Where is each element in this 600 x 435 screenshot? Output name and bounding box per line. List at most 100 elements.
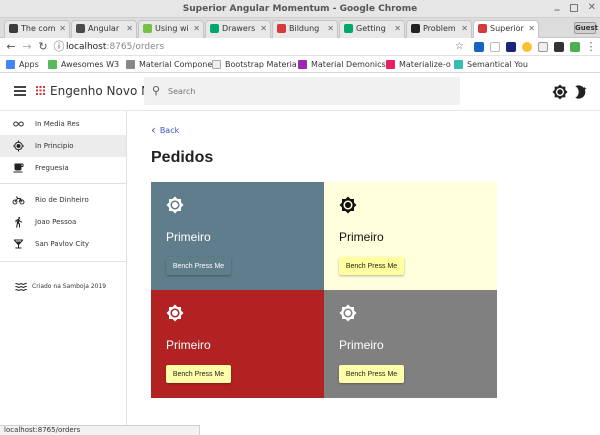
app-header: Engenho Novo NG2 ⚲ — [0, 73, 600, 111]
app-logo-icon — [36, 86, 45, 95]
tab-close-icon[interactable]: ✕ — [528, 21, 535, 37]
order-card: Primeiro Bench Press Me — [151, 290, 324, 398]
browser-tab[interactable]: Using wi ✕ — [138, 20, 204, 38]
order-card: Primeiro Bench Press Me — [324, 290, 497, 398]
guest-profile-badge[interactable]: Guest — [574, 22, 598, 34]
tab-favicon-icon — [143, 24, 152, 33]
tab-favicon-icon — [210, 24, 219, 33]
sidebar-item-in-media-res[interactable]: In Media Res — [0, 113, 126, 135]
search-input[interactable] — [168, 83, 448, 99]
back-arrow-icon[interactable]: ← — [4, 40, 18, 54]
window-titlebar: Superior Angular Momentum - Google Chrom… — [0, 0, 600, 18]
browser-tab[interactable]: The com ✕ — [4, 20, 70, 38]
tab-favicon-icon — [411, 24, 420, 33]
card-title: Primeiro — [339, 338, 384, 352]
bench-press-button[interactable]: Bench Press Me — [339, 365, 404, 383]
reload-icon[interactable]: ↻ — [36, 40, 50, 54]
address-bar-row: ← → ↻ ⓘ localhost:8765/orders ☆ ⋮ — [0, 38, 600, 56]
extension-icon[interactable] — [570, 42, 580, 52]
brightness-icon — [339, 196, 357, 214]
bookmark-favicon-icon — [298, 60, 307, 69]
bookmark-favicon-icon — [48, 60, 57, 69]
coffee-icon — [13, 163, 24, 173]
tab-close-icon[interactable]: ✕ — [126, 21, 133, 37]
gps-fixed-icon — [13, 140, 24, 152]
tab-close-icon[interactable]: ✕ — [394, 21, 401, 37]
close-window-icon[interactable]: ✕ — [588, 0, 596, 16]
bookmark-star-icon[interactable]: ☆ — [455, 40, 464, 54]
tab-favicon-icon — [344, 24, 353, 33]
card-title: Primeiro — [339, 230, 384, 244]
cards-grid: Primeiro Bench Press Me Primeiro Bench P… — [151, 182, 497, 398]
minimize-icon[interactable]: _ — [552, 1, 562, 12]
browser-tab[interactable]: Getting ✕ — [339, 20, 405, 38]
tab-favicon-icon — [9, 24, 18, 33]
page-title: Pedidos — [151, 149, 214, 166]
brightness-icon — [166, 196, 184, 214]
brightness-icon — [339, 304, 357, 322]
sidebar-item-joao-pessoa[interactable]: Joao Pessoa — [0, 211, 126, 233]
tab-close-icon[interactable]: ✕ — [461, 21, 468, 37]
brightness-icon[interactable] — [552, 84, 568, 100]
bookmark-favicon-icon — [454, 60, 463, 69]
browser-tab[interactable]: Drawers ✕ — [205, 20, 271, 38]
card-title: Primeiro — [166, 230, 211, 244]
extension-icon[interactable] — [522, 42, 532, 52]
cocktail-icon — [14, 239, 23, 249]
order-card: Primeiro Bench Press Me — [324, 182, 497, 290]
tab-strip: The com ✕ Angular ✕ Using wi ✕ Drawers ✕ Bi… — [0, 18, 600, 39]
bookmark-item[interactable]: Awesomes W3 — [48, 56, 119, 73]
tab-close-icon[interactable]: ✕ — [193, 21, 200, 37]
chevron-left-icon: ‹ — [151, 123, 156, 137]
sidebar-item-freguesia[interactable]: Freguesia — [0, 157, 126, 179]
menu-hamburger-icon[interactable] — [14, 86, 26, 96]
bookmark-apps[interactable]: Apps — [6, 56, 39, 73]
extension-icon[interactable] — [490, 42, 500, 52]
tab-favicon-icon — [277, 24, 286, 33]
bench-press-button[interactable]: Bench Press Me — [166, 365, 231, 383]
extension-icon[interactable] — [538, 42, 548, 52]
sidebar-item-in-principio[interactable]: In Principio — [0, 135, 126, 157]
tab-close-icon[interactable]: ✕ — [260, 21, 267, 37]
bookmark-item[interactable]: Semantical You — [454, 56, 528, 73]
sidebar-footer: Criado na Samboja 2019 — [0, 277, 126, 297]
sidebar-item-san-pavlov-city[interactable]: San Pavlov City — [0, 233, 126, 255]
browser-tab[interactable]: Bildung ✕ — [272, 20, 338, 38]
tab-close-icon[interactable]: ✕ — [327, 21, 334, 37]
info-icon[interactable]: ⓘ — [52, 40, 66, 54]
search-box[interactable]: ⚲ — [144, 77, 460, 105]
bookmark-item[interactable]: Material Demonics — [298, 56, 386, 73]
sidebar-item-rio-de-dinheiro[interactable]: Rio de Dinheiro — [0, 189, 126, 211]
bookmark-item[interactable]: Materialize-o — [386, 56, 451, 73]
bookmark-item[interactable]: Material Compone — [126, 56, 212, 73]
infinity-icon — [13, 121, 24, 127]
extension-icon[interactable] — [474, 42, 484, 52]
tab-favicon-icon — [478, 24, 487, 33]
forward-arrow-icon[interactable]: → — [20, 40, 34, 54]
main-content: ‹ Back Pedidos Primeiro Bench Press Me Pr… — [127, 111, 600, 425]
bike-icon — [12, 196, 25, 205]
card-title: Primeiro — [166, 338, 211, 352]
bookmark-favicon-icon — [386, 60, 395, 69]
sidebar-divider — [0, 183, 126, 184]
bookmark-item[interactable]: Bootstrap Materia — [212, 56, 297, 73]
browser-tab-active[interactable]: Superior ✕ — [473, 20, 539, 39]
dark-mode-icon[interactable] — [572, 84, 588, 100]
maximize-icon[interactable] — [570, 4, 578, 12]
url-field[interactable]: localhost:8765/orders — [66, 40, 466, 54]
window-title: Superior Angular Momentum - Google Chrom… — [182, 4, 418, 14]
sidebar-nav: In Media Res In Principio Freguesia Rio … — [0, 111, 127, 425]
extension-icon[interactable] — [554, 42, 564, 52]
browser-tab[interactable]: Angular ✕ — [71, 20, 137, 38]
tab-close-icon[interactable]: ✕ — [59, 21, 66, 37]
browser-tab[interactable]: Problem ✕ — [406, 20, 472, 38]
apps-grid-icon — [6, 60, 15, 69]
back-link[interactable]: ‹ Back — [151, 124, 179, 137]
extension-icon[interactable] — [506, 42, 516, 52]
walk-icon — [15, 217, 22, 228]
sidebar-divider — [0, 261, 126, 262]
bench-press-button[interactable]: Bench Press Me — [339, 257, 404, 275]
search-icon: ⚲ — [152, 84, 161, 97]
chrome-menu-icon[interactable]: ⋮ — [584, 40, 598, 54]
bench-press-button[interactable]: Bench Press Me — [166, 257, 231, 275]
